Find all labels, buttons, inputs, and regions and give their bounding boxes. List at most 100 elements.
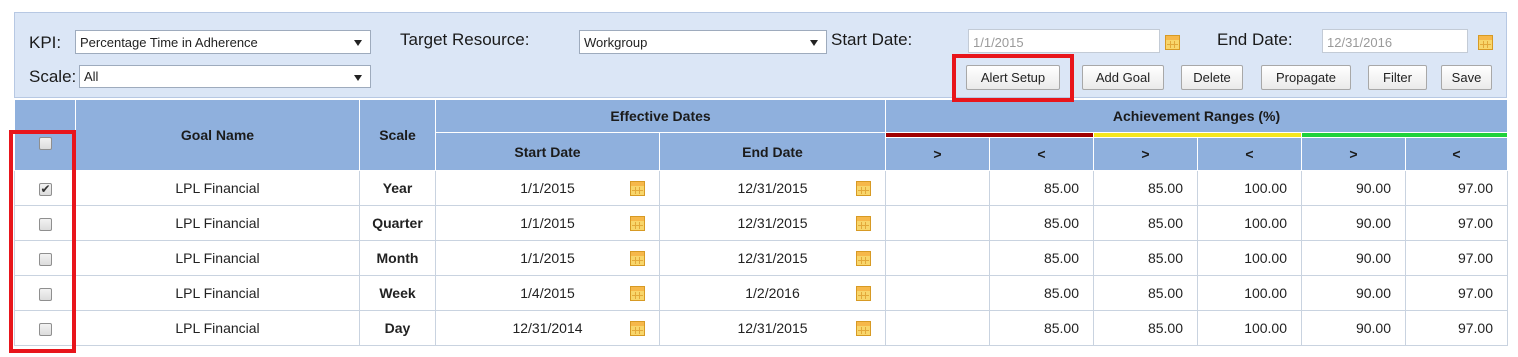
start-date-input[interactable]: 1/1/2015 — [968, 29, 1160, 53]
end-date-cell[interactable]: 12/31/2015 — [658, 240, 887, 276]
end-date-text: 12/31/2015 — [737, 250, 808, 266]
chevron-down-icon — [810, 40, 818, 46]
start-date-text: 12/31/2014 — [512, 320, 583, 336]
range3-lt-cell[interactable]: 97.00 — [1405, 310, 1509, 346]
kpi-select-value: Percentage Time in Adherence — [80, 35, 258, 50]
range2-gt-cell[interactable]: 85.00 — [1093, 205, 1199, 241]
end-date-value: 12/31/2016 — [1327, 35, 1393, 50]
calendar-icon[interactable] — [630, 321, 645, 336]
range2-gt-cell[interactable]: 85.00 — [1093, 170, 1199, 206]
range3-gt-cell[interactable]: 90.00 — [1301, 240, 1407, 276]
goal-name-cell: LPL Financial — [75, 205, 360, 241]
range3-gt-cell[interactable]: 90.00 — [1301, 275, 1407, 311]
start-date-cell[interactable]: 12/31/2014 — [435, 310, 660, 346]
kpi-select[interactable]: Percentage Time in Adherence — [75, 30, 371, 54]
end-date-header[interactable]: End Date — [658, 132, 887, 171]
range3-gt-cell[interactable]: 90.00 — [1301, 205, 1407, 241]
save-button[interactable]: Save — [1441, 65, 1492, 90]
calendar-icon[interactable] — [1478, 35, 1493, 50]
goal-name-cell: LPL Financial — [75, 275, 360, 311]
row-checkbox[interactable] — [38, 252, 52, 266]
range1-gt-cell[interactable] — [885, 310, 991, 346]
range3-gt-cell[interactable]: 90.00 — [1301, 310, 1407, 346]
scale-cell: Year — [359, 170, 436, 206]
calendar-icon[interactable] — [630, 251, 645, 266]
range1-lt-cell[interactable]: 85.00 — [989, 275, 1095, 311]
scale-select[interactable]: All — [79, 65, 371, 88]
range3-lt-cell[interactable]: 97.00 — [1405, 170, 1509, 206]
range1-gt-header: > — [885, 137, 991, 171]
range1-gt-cell[interactable] — [885, 240, 991, 276]
range2-lt-cell[interactable]: 100.00 — [1197, 170, 1303, 206]
end-date-cell[interactable]: 12/31/2015 — [658, 310, 887, 346]
calendar-icon[interactable] — [856, 286, 872, 301]
calendar-icon[interactable] — [856, 216, 872, 231]
table-row[interactable]: LPL Financial Day 12/31/2014 12/31/2015 … — [14, 310, 1509, 346]
select-all-checkbox[interactable] — [38, 136, 52, 150]
range1-gt-cell[interactable] — [885, 205, 991, 241]
range1-gt-cell[interactable] — [885, 275, 991, 311]
range2-gt-cell[interactable]: 85.00 — [1093, 240, 1199, 276]
calendar-icon[interactable] — [630, 216, 645, 231]
add-goal-button[interactable]: Add Goal — [1082, 65, 1164, 90]
propagate-button[interactable]: Propagate — [1261, 65, 1351, 90]
range1-lt-cell[interactable]: 85.00 — [989, 240, 1095, 276]
alert-setup-button[interactable]: Alert Setup — [966, 65, 1060, 90]
range2-lt-cell[interactable]: 100.00 — [1197, 205, 1303, 241]
range3-gt-cell[interactable]: 90.00 — [1301, 170, 1407, 206]
range1-lt-cell[interactable]: 85.00 — [989, 205, 1095, 241]
range1-gt-cell[interactable] — [885, 170, 991, 206]
range2-lt-cell[interactable]: 100.00 — [1197, 275, 1303, 311]
range2-gt-cell[interactable]: 85.00 — [1093, 310, 1199, 346]
table-row[interactable]: LPL Financial Month 1/1/2015 12/31/2015 … — [14, 240, 1509, 276]
goals-table: Goal Name Scale Effective Dates Achievem… — [14, 99, 1509, 346]
start-date-header[interactable]: Start Date — [435, 132, 660, 171]
range2-gt-cell[interactable]: 85.00 — [1093, 275, 1199, 311]
range2-lt-cell[interactable]: 100.00 — [1197, 240, 1303, 276]
row-select-cell — [14, 240, 76, 276]
table-row[interactable]: LPL Financial Week 1/4/2015 1/2/2016 85.… — [14, 275, 1509, 311]
end-date-input[interactable]: 12/31/2016 — [1322, 29, 1468, 53]
range3-lt-cell[interactable]: 97.00 — [1405, 240, 1509, 276]
row-checkbox[interactable] — [38, 322, 52, 336]
calendar-icon[interactable] — [1165, 35, 1180, 50]
start-date-value: 1/1/2015 — [973, 35, 1024, 50]
row-checkbox[interactable] — [38, 182, 52, 196]
end-date-cell[interactable]: 1/2/2016 — [658, 275, 887, 311]
range3-lt-cell[interactable]: 97.00 — [1405, 275, 1509, 311]
start-date-cell[interactable]: 1/1/2015 — [435, 170, 660, 206]
range3-lt-cell[interactable]: 97.00 — [1405, 205, 1509, 241]
start-date-cell[interactable]: 1/1/2015 — [435, 240, 660, 276]
range2-lt-cell[interactable]: 100.00 — [1197, 310, 1303, 346]
scale-cell: Month — [359, 240, 436, 276]
delete-button[interactable]: Delete — [1181, 65, 1243, 90]
start-date-cell[interactable]: 1/4/2015 — [435, 275, 660, 311]
target-resource-select[interactable]: Workgroup — [579, 30, 827, 54]
filter-button[interactable]: Filter — [1368, 65, 1427, 90]
row-checkbox[interactable] — [38, 287, 52, 301]
start-date-text: 1/1/2015 — [520, 250, 575, 266]
calendar-icon[interactable] — [630, 181, 645, 196]
range1-lt-cell[interactable]: 85.00 — [989, 170, 1095, 206]
table-row[interactable]: LPL Financial Year 1/1/2015 12/31/2015 8… — [14, 170, 1509, 206]
calendar-icon[interactable] — [856, 321, 872, 336]
calendar-icon[interactable] — [630, 286, 645, 301]
end-date-cell[interactable]: 12/31/2015 — [658, 170, 887, 206]
end-date-text: 1/2/2016 — [745, 285, 800, 301]
scale-cell: Week — [359, 275, 436, 311]
range3-gt-header: > — [1301, 137, 1407, 171]
table-row[interactable]: LPL Financial Quarter 1/1/2015 12/31/201… — [14, 205, 1509, 241]
range1-lt-cell[interactable]: 85.00 — [989, 310, 1095, 346]
scale-header[interactable]: Scale — [359, 99, 436, 171]
range3-lt-header: < — [1405, 137, 1509, 171]
end-date-text: 12/31/2015 — [737, 215, 808, 231]
goal-name-cell: LPL Financial — [75, 310, 360, 346]
range2-gt-header: > — [1093, 137, 1199, 171]
range2-lt-header: < — [1197, 137, 1303, 171]
calendar-icon[interactable] — [856, 181, 872, 196]
start-date-cell[interactable]: 1/1/2015 — [435, 205, 660, 241]
goal-name-header[interactable]: Goal Name — [75, 99, 360, 171]
row-checkbox[interactable] — [38, 217, 52, 231]
calendar-icon[interactable] — [856, 251, 872, 266]
end-date-cell[interactable]: 12/31/2015 — [658, 205, 887, 241]
